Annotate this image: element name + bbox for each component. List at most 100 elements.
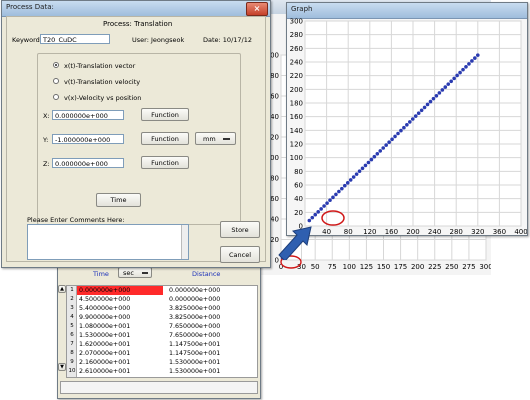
radio-translation-velocity[interactable] [53,78,59,84]
scroll-up-button[interactable]: ▲ [58,285,66,293]
process-titlebar[interactable]: Process Data: × [2,1,270,17]
y-tick-label: 160 [290,113,303,121]
zoom-arrow [278,226,312,260]
time-cell[interactable]: 2.070000e+001 [77,349,163,358]
user-text: User: Jeongseok [132,36,185,44]
unit-select[interactable]: mm [195,132,236,145]
table-row[interactable]: 4 9.900000e+000 3.825000e+000 [67,313,255,322]
y-value-input[interactable]: -1.000000e+000 [52,134,124,144]
background-x-tick-label: 30 [297,263,306,271]
close-button[interactable]: × [246,2,268,16]
distance-cell[interactable]: 1.530000e+001 [167,358,255,367]
cancel-button[interactable]: Cancel [220,246,260,263]
row-index: 6 [70,332,74,338]
time-cell[interactable]: 0.000000e+000 [77,286,163,295]
background-y-tick-label: 80 [270,175,279,183]
time-cell[interactable]: 5.400000e+000 [77,304,163,313]
scatter-point [328,198,332,203]
scatter-point [384,143,388,147]
row-index: 10 [68,368,76,374]
scatter-point [473,56,477,60]
scatter-point [461,67,465,72]
distance-cell[interactable]: 0.000000e+000 [167,295,255,304]
row-index: 4 [70,314,74,320]
z-value-input[interactable]: 0.000000e+000 [52,158,124,168]
x-tick-label: 240 [428,228,441,235]
row-index: 5 [70,323,74,329]
scatter-point [452,76,456,81]
time-cell[interactable]: 1.530000e+001 [77,331,163,340]
store-button[interactable]: Store [220,221,260,238]
y-function-button[interactable]: Function [141,132,189,145]
scatter-point [440,88,445,92]
keyword-input[interactable]: T20_CuDC [40,34,110,44]
x-tick-label: 400 [514,228,527,235]
scatter-point [399,128,403,133]
scatter-point [410,117,415,121]
x-tick-label: 120 [363,228,376,235]
comments-textarea[interactable] [27,224,189,260]
time-cell[interactable]: 2.160000e+001 [77,358,163,367]
table-row[interactable]: 8 2.070000e+001 1.147500e+001 [67,349,255,358]
scatter-point [345,181,350,185]
distance-cell[interactable]: 1.147500e+001 [167,349,255,358]
time-cell[interactable]: 1.080000e+001 [77,322,163,331]
table-row[interactable]: 3 5.400000e+000 3.825000e+000 [67,304,255,313]
keyword-label: Keyword: [12,36,42,44]
radio-label-translation-vector: x(t)-Translation vector [64,62,136,70]
distance-cell[interactable]: 1.147500e+001 [167,340,255,349]
background-x-tick-label: 150 [377,263,390,271]
scatter-point [458,70,462,75]
distance-cell[interactable]: 0.000000e+000 [167,286,255,295]
scatter-point [354,172,359,176]
table-row[interactable]: 6 1.530000e+001 7.650000e+000 [67,331,255,340]
time-cell[interactable]: 4.500000e+000 [77,295,163,304]
scatter-point [402,125,406,130]
table-row[interactable]: 2 4.500000e+000 0.000000e+000 [67,295,255,304]
y-tick-label: 100 [290,154,303,162]
table-row[interactable]: 5 1.080000e+001 7.650000e+000 [67,322,255,331]
process-data-window: Process Data: × Process: Translation Key… [1,0,271,268]
scatter-point [372,154,377,159]
table-row[interactable]: 10 2.610000e+001 1.530000e+001 [67,367,255,376]
x-tick-label: 280 [450,228,463,235]
time-button[interactable]: Time [96,193,141,207]
background-x-tick-label: 50 [311,263,320,271]
scatter-point [467,62,471,66]
radio-velocity-vs-position[interactable] [53,94,59,100]
time-cell[interactable]: 9.900000e+000 [77,313,163,322]
scatter-point [366,160,371,165]
scatter-point [428,99,433,104]
scatter-point [348,178,353,182]
background-x-tick-label: 175 [394,263,407,271]
distance-cell[interactable]: 3.825000e+000 [167,304,255,313]
background-x-tick-label: 250 [445,263,458,271]
x-value-input[interactable]: 0.000000e+000 [52,110,124,120]
scatter-point [342,183,347,188]
time-cell[interactable]: 1.620000e+001 [77,340,163,349]
x-tick-label: 320 [471,228,484,235]
table-row[interactable]: 9 2.160000e+001 1.530000e+001 [67,358,255,367]
graph-window-title: Graph [291,5,313,13]
distance-cell[interactable]: 3.825000e+000 [167,313,255,322]
table-status-bar [60,381,258,394]
table-header: Time sec Distance [58,267,260,279]
table-row[interactable]: 1 0.000000e+000 0.000000e+000 [67,286,255,295]
table-row[interactable]: 7 1.620000e+001 1.147500e+001 [67,340,255,349]
process-window-title: Process Data: [6,3,54,11]
distance-cell[interactable]: 7.650000e+000 [167,331,255,340]
chevron-down-icon [142,272,148,274]
z-function-button[interactable]: Function [141,156,189,169]
distance-cell[interactable]: 7.650000e+000 [167,322,255,331]
scatter-point [443,85,448,89]
radio-translation-vector[interactable] [53,62,59,68]
distance-cell[interactable]: 1.530000e+001 [167,367,255,376]
x-function-button[interactable]: Function [141,108,189,121]
scatter-point [464,64,468,69]
time-cell[interactable]: 2.610000e+001 [77,367,163,376]
time-unit-select[interactable]: sec [118,267,152,278]
graph-titlebar[interactable]: Graph [287,3,527,19]
process-heading: Process: Translation [103,20,173,28]
scroll-down-button[interactable]: ▼ [58,363,66,371]
comments-scrollbar[interactable] [181,225,188,259]
